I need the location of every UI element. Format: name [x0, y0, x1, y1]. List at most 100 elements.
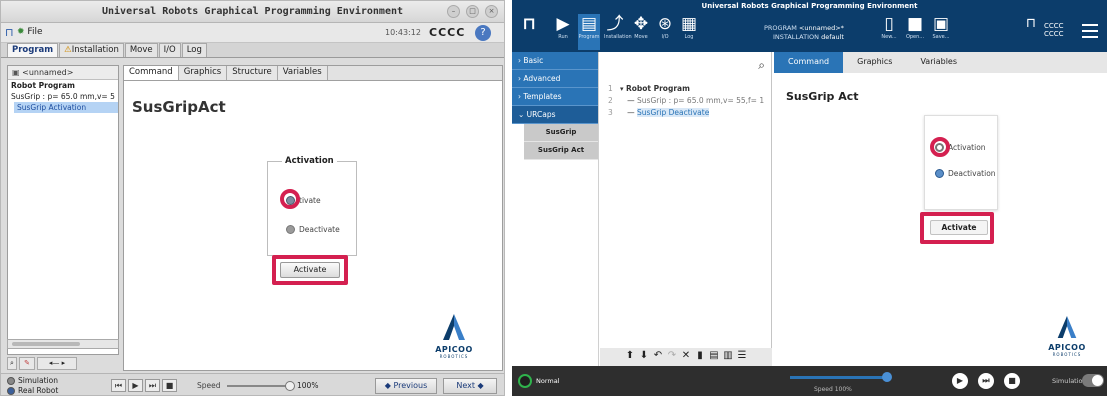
installation-value: default — [821, 33, 844, 41]
header-installation[interactable]: ⤴ Installation — [604, 14, 632, 50]
tab-log[interactable]: Log — [181, 43, 207, 57]
apicoo-logo: APICOO ROBOTICS — [1042, 314, 1092, 357]
subtab-variables[interactable]: Variables — [277, 66, 328, 80]
ur-logo[interactable]: ⊓ — [518, 14, 540, 50]
tree-line-1[interactable]: 1 ▾ Robot Program — [608, 84, 690, 93]
simulation-toggle[interactable] — [1082, 374, 1104, 387]
subtab-command[interactable]: Command — [124, 66, 179, 80]
tab-installation[interactable]: ⚠Installation — [59, 43, 124, 57]
sidebar-item-urcaps-label: URCaps — [526, 110, 556, 119]
tree-line-activation[interactable]: SusGrip Activation — [14, 102, 118, 113]
sidebar-item-susgrip[interactable]: SusGrip — [524, 124, 598, 142]
hamburger-menu-icon[interactable] — [1082, 24, 1098, 42]
move-down-icon[interactable]: ⬇ — [639, 350, 650, 366]
power-icon[interactable] — [518, 374, 532, 388]
radio-deactivate[interactable]: Deactivate — [286, 225, 340, 234]
serial-number: CCCC — [429, 26, 466, 39]
speed-slider[interactable] — [790, 376, 888, 379]
copy-icon[interactable]: ▮ — [695, 350, 706, 366]
program-icon: ▤ — [580, 14, 598, 34]
header-move[interactable]: ✥ Move — [630, 14, 652, 50]
speed-slider-knob[interactable] — [882, 372, 892, 382]
tab-graphics[interactable]: Graphics — [843, 52, 906, 73]
more-icon[interactable]: ☰ — [737, 350, 748, 366]
close-icon[interactable]: × — [485, 5, 498, 18]
next-button[interactable]: Next ◆ — [443, 378, 497, 394]
mode-real-label: Real Robot — [18, 386, 59, 395]
sidebar-item-urcaps[interactable]: ⌄ URCaps — [512, 106, 598, 124]
edit-icon[interactable]: ✎ — [19, 357, 35, 370]
help-icon[interactable]: ? — [475, 25, 491, 41]
ur-logo-icon: ⊓ — [5, 26, 14, 39]
redo-icon[interactable]: ↷ — [667, 350, 678, 366]
tree-root: Robot Program — [625, 84, 690, 93]
previous-button[interactable]: ◆ Previous — [375, 378, 437, 394]
minimize-icon[interactable]: – — [447, 5, 460, 18]
step-icon[interactable]: ⏭ — [145, 379, 160, 392]
stop-icon[interactable]: ■ — [1004, 373, 1020, 389]
installation-icon: ⤴ — [606, 14, 624, 34]
sidebar-item-advanced[interactable]: › Advanced — [512, 70, 598, 88]
program-value: <unnamed>* — [798, 24, 844, 32]
tab-io[interactable]: I/O — [158, 43, 181, 57]
logo-word: APICOO — [1048, 343, 1086, 352]
tree-susgrip: SusGrip : p= 65.0 mm,v= 55,f= 1 — [637, 96, 765, 105]
mode-simulation[interactable]: Simulation — [7, 376, 58, 385]
maximize-icon[interactable]: □ — [466, 5, 479, 18]
save-icon: ▣ — [932, 14, 950, 34]
program-label: PROGRAM — [764, 24, 797, 32]
tree-line-3[interactable]: 3 — SusGrip Deactivate — [608, 108, 710, 117]
header-program[interactable]: ▤ Program — [578, 14, 600, 50]
next-label: Next — [456, 381, 475, 390]
open-file-button[interactable]: ■ Open... — [904, 14, 926, 50]
paste-icon[interactable]: ▤ — [709, 350, 720, 366]
new-file-button[interactable]: ▯ New... — [878, 14, 900, 50]
file-menu[interactable]: ✹ File — [17, 27, 42, 37]
tab-installation-label: Installation — [71, 45, 119, 55]
delete-icon[interactable]: ✕ — [681, 350, 692, 366]
header-io[interactable]: ⊛ I/O — [654, 14, 676, 50]
speed-readout: Speed 100% — [814, 386, 852, 393]
subtab-graphics[interactable]: Graphics — [178, 66, 228, 80]
sidebar-item-susgrip-act[interactable]: SusGrip Act — [524, 142, 598, 160]
tree-line-2[interactable]: 2 — SusGrip : p= 65.0 mm,v= 55,f= 1 — [608, 96, 764, 105]
radio-deactivation-label: Deactivation — [948, 169, 996, 178]
status-text: Normal — [536, 377, 560, 385]
play-icon[interactable]: ▶ — [952, 373, 968, 389]
line-number: 1 — [608, 84, 613, 93]
tab-variables[interactable]: Variables — [906, 52, 971, 73]
tab-move[interactable]: Move — [124, 43, 158, 57]
skip-start-icon[interactable]: ⏮ — [111, 379, 126, 392]
suppress-icon[interactable]: ▥ — [723, 350, 734, 366]
header-bar: Universal Robots Graphical Programming E… — [512, 0, 1107, 52]
subtab-structure[interactable]: Structure — [227, 66, 278, 80]
search-icon[interactable]: ⌕ — [7, 357, 17, 370]
previous-label: Previous — [393, 381, 428, 390]
collapse-arrow-icon[interactable]: ◂— ▸ — [37, 357, 77, 370]
speed-slider-knob[interactable] — [285, 381, 295, 391]
gear-icon: ✹ — [17, 27, 25, 37]
step-icon[interactable]: ⏭ — [978, 373, 994, 389]
sidebar-item-templates[interactable]: › Templates — [512, 88, 598, 106]
tree-scrollbar[interactable] — [7, 339, 119, 349]
save-file-button[interactable]: ▣ Save... — [930, 14, 952, 50]
tab-program[interactable]: Program — [7, 43, 59, 57]
sidebar-item-basic[interactable]: › Basic — [512, 52, 598, 70]
radio-deactivation[interactable]: Deactivation — [935, 169, 996, 178]
header-log[interactable]: ▦ Log — [678, 14, 700, 50]
program-icon: ▣ — [12, 68, 20, 77]
page-title: SusGrip Act — [786, 90, 859, 103]
header-run[interactable]: ▶ Run — [552, 14, 574, 50]
apicoo-logo: APICOO ROBOTICS — [424, 312, 484, 359]
mode-real-robot[interactable]: Real Robot — [7, 386, 58, 395]
undo-icon[interactable]: ↶ — [653, 350, 664, 366]
stop-icon[interactable]: ■ — [162, 379, 177, 392]
search-icon[interactable]: ⌕ — [758, 58, 765, 73]
tree-line-susgrip[interactable]: SusGrip : p= 65.0 mm,v= 5 — [8, 91, 118, 102]
clock: 10:43:12 — [385, 28, 421, 37]
speed-slider[interactable] — [227, 385, 289, 387]
tree-root[interactable]: Robot Program — [8, 80, 118, 91]
play-icon[interactable]: ▶ — [128, 379, 143, 392]
tab-command[interactable]: Command — [774, 52, 844, 73]
move-up-icon[interactable]: ⬆ — [625, 350, 636, 366]
